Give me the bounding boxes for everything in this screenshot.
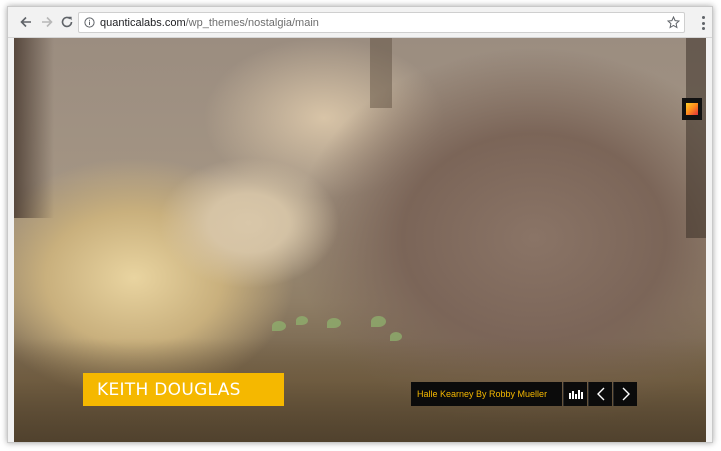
slide-caption: Halle Kearney By Robby Mueller (417, 389, 548, 399)
equalizer-button[interactable] (563, 382, 588, 406)
slide-title-box[interactable]: KEITH DOUGLAS (83, 373, 284, 406)
url-text: quanticalabs.com/wp_themes/nostalgia/mai… (100, 17, 319, 29)
arrow-left-icon (20, 16, 31, 28)
background-tree (686, 38, 706, 238)
browser-toolbar: quanticalabs.com/wp_themes/nostalgia/mai… (8, 7, 712, 38)
reload-icon (61, 16, 73, 28)
slide-caption-bar: Halle Kearney By Robby Mueller (411, 382, 637, 406)
chevron-right-icon (622, 387, 630, 401)
leaf (327, 318, 341, 328)
url-host: quanticalabs.com (100, 16, 186, 29)
equalizer-icon (568, 390, 583, 399)
background-tree (370, 38, 392, 108)
chevron-left-icon (596, 387, 605, 401)
back-button[interactable] (18, 14, 34, 30)
address-bar[interactable]: quanticalabs.com/wp_themes/nostalgia/mai… (78, 12, 685, 33)
reload-button[interactable] (59, 14, 75, 30)
browser-window: quanticalabs.com/wp_themes/nostalgia/mai… (7, 6, 713, 443)
forward-button[interactable] (39, 14, 55, 30)
caption-box[interactable]: Halle Kearney By Robby Mueller (411, 382, 563, 406)
url-path: /wp_themes/nostalgia/main (185, 16, 319, 29)
leaf (390, 332, 402, 341)
kebab-menu-icon[interactable] (701, 16, 705, 30)
leaf (272, 321, 286, 331)
slide-title: KEITH DOUGLAS (97, 379, 241, 400)
hero-slide: KEITH DOUGLAS Halle Kearney By Robby Mue… (14, 38, 706, 442)
star-icon[interactable] (666, 15, 681, 29)
info-icon[interactable] (84, 17, 95, 28)
color-swatch-icon (686, 103, 698, 115)
color-swatch-button[interactable] (682, 98, 702, 120)
previous-slide-button[interactable] (588, 382, 613, 406)
leaf (296, 316, 308, 325)
arrow-right-icon (42, 16, 53, 28)
leaf (371, 316, 386, 327)
background-tree (14, 38, 54, 218)
next-slide-button[interactable] (613, 382, 637, 406)
